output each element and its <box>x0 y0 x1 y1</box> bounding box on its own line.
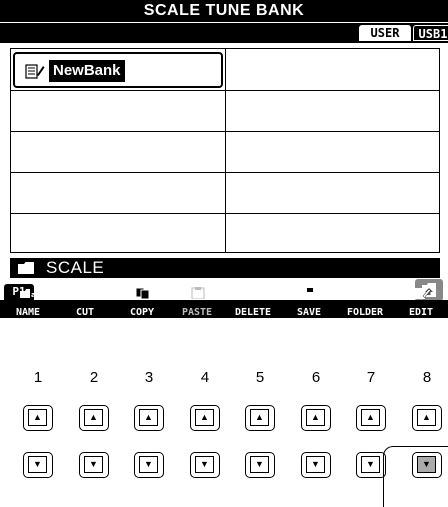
up-arrow-icon: ▲ <box>366 412 375 422</box>
down-arrow-icon: ▼ <box>200 459 209 469</box>
button-8-up[interactable]: ▲ <box>412 405 442 431</box>
row-divider <box>11 90 439 91</box>
save-button[interactable]: SAVE <box>286 287 332 318</box>
button-6-down[interactable]: ▼ <box>301 452 331 478</box>
down-arrow-icon: ▼ <box>33 459 42 469</box>
folder-icon <box>18 262 34 274</box>
paste-button[interactable]: PASTE <box>174 287 220 318</box>
button-number-4: 4 <box>200 369 210 386</box>
svg-text:abc: abc <box>31 291 38 299</box>
up-arrow-icon: ▲ <box>255 412 264 422</box>
copy-button[interactable]: COPY <box>119 287 165 318</box>
row-divider <box>11 172 439 173</box>
up-arrow-icon: ▲ <box>144 412 153 422</box>
row-divider <box>11 213 439 214</box>
button-2-up[interactable]: ▲ <box>79 405 109 431</box>
button-3-down[interactable]: ▼ <box>134 452 164 478</box>
down-arrow-icon: ▼ <box>366 459 375 469</box>
button-number-5: 5 <box>255 369 265 386</box>
down-arrow-icon: ▼ <box>144 459 153 469</box>
button-2-down[interactable]: ▼ <box>79 452 109 478</box>
tab-usb1[interactable]: USB1 <box>413 25 448 41</box>
up-arrow-icon: ▲ <box>422 412 431 422</box>
new-folder-icon <box>358 287 375 299</box>
screen-title: SCALE TUNE BANK <box>0 0 448 22</box>
down-arrow-icon: ▼ <box>311 459 320 469</box>
file-list: NewBank <box>10 48 440 253</box>
file-name: NewBank <box>49 60 125 82</box>
button-number-2: 2 <box>89 369 99 386</box>
delete-button[interactable]: DELETE <box>230 288 276 318</box>
current-path: SCALE <box>10 258 440 278</box>
up-arrow-icon: ▲ <box>311 412 320 422</box>
button-1-up[interactable]: ▲ <box>23 405 53 431</box>
row-divider <box>11 131 439 132</box>
edit-icon <box>415 288 431 299</box>
column-divider <box>225 49 226 252</box>
bank-file-icon <box>25 64 45 79</box>
tab-row: USER USB1 <box>0 22 448 43</box>
button-number-8: 8 <box>422 369 432 386</box>
lcd-screen: SCALE TUNE BANK USER USB1 NewBank SCALE … <box>0 0 448 318</box>
button-7-down[interactable]: ▼ <box>356 452 386 478</box>
button-6-up[interactable]: ▲ <box>301 405 331 431</box>
copy-icon <box>135 287 150 299</box>
button-7-up[interactable]: ▲ <box>356 405 386 431</box>
name-button[interactable]: abc NAME <box>5 289 51 318</box>
folder-button[interactable]: FOLDER <box>342 287 388 318</box>
up-arrow-icon: ▲ <box>200 412 209 422</box>
button-number-6: 6 <box>311 369 321 386</box>
name-icon: abc <box>20 289 38 299</box>
edit-button[interactable]: EDIT <box>398 288 444 318</box>
button-number-7: 7 <box>366 369 376 386</box>
cut-button[interactable]: CUT <box>62 287 108 318</box>
button-5-down[interactable]: ▼ <box>245 452 275 478</box>
down-arrow-icon: ▼ <box>255 459 264 469</box>
up-arrow-icon: ▲ <box>89 412 98 422</box>
button-5-up[interactable]: ▲ <box>245 405 275 431</box>
highlight-callout <box>383 446 448 507</box>
trash-icon <box>249 288 259 299</box>
button-1-down[interactable]: ▼ <box>23 452 53 478</box>
tab-user[interactable]: USER <box>359 25 411 41</box>
floppy-icon <box>304 287 316 299</box>
down-arrow-icon: ▼ <box>89 459 98 469</box>
file-item-newbank[interactable]: NewBank <box>13 52 223 88</box>
button-4-down[interactable]: ▼ <box>190 452 220 478</box>
paste-icon <box>191 287 205 299</box>
path-label: SCALE <box>46 258 105 277</box>
button-3-up[interactable]: ▲ <box>134 405 164 431</box>
scissors-icon <box>77 287 94 299</box>
button-number-1: 1 <box>33 369 43 386</box>
button-4-up[interactable]: ▲ <box>190 405 220 431</box>
up-arrow-icon: ▲ <box>33 412 42 422</box>
button-number-3: 3 <box>144 369 154 386</box>
